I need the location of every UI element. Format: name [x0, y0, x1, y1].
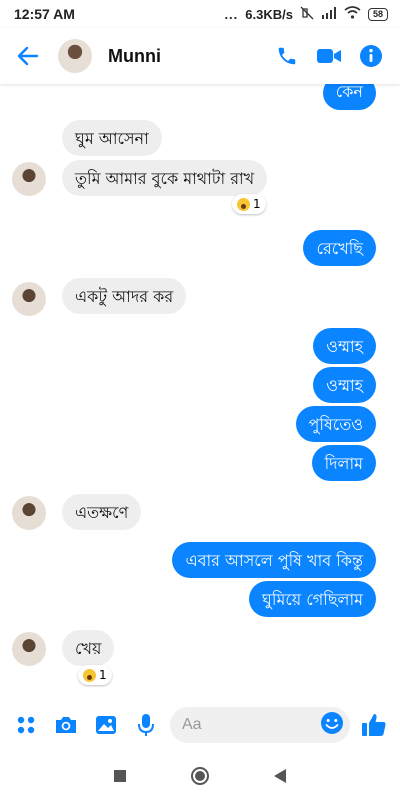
message-bubble-incoming[interactable]: খেয় — [62, 630, 115, 666]
message-bubble-outgoing[interactable]: ওম্মাহ — [313, 367, 376, 403]
status-time: 12:57 AM — [14, 6, 75, 22]
message-bubble-incoming[interactable]: একটু আদর কর — [62, 278, 187, 314]
message-thread[interactable]: কেন ঘুম আসেনা তুমি আমার বুকে মাথাটা রাখ … — [0, 84, 400, 698]
status-indicators: ... 6.3KB/s 58 — [224, 6, 388, 23]
signal-icon — [321, 6, 337, 22]
wow-emoji-icon — [83, 668, 96, 682]
sender-avatar[interactable] — [12, 162, 46, 196]
message-bubble-outgoing[interactable]: পুষিতেও — [295, 406, 376, 442]
sender-avatar[interactable] — [12, 282, 46, 316]
message-input-container[interactable] — [170, 707, 350, 743]
contact-name[interactable]: Munni — [108, 46, 266, 67]
back-arrow-icon[interactable] — [0, 28, 56, 84]
message-bubble-incoming[interactable]: এতক্ষণে — [62, 494, 142, 530]
image-icon[interactable] — [86, 705, 126, 745]
back-triangle-icon[interactable] — [260, 756, 300, 796]
message-bubble-outgoing[interactable]: ওম্মাহ — [313, 328, 376, 364]
info-icon[interactable] — [350, 28, 392, 84]
system-navigation-bar — [0, 752, 400, 800]
apps-icon[interactable] — [6, 705, 46, 745]
notification-dots: ... — [224, 6, 239, 22]
mute-icon — [300, 6, 314, 23]
message-bubble-incoming[interactable]: ঘুম আসেনা — [62, 120, 162, 156]
message-input[interactable] — [182, 716, 320, 734]
message-bubble-outgoing[interactable]: রেখেছি — [303, 230, 376, 266]
conversation-header: Munni — [0, 28, 400, 84]
emoji-icon[interactable] — [320, 711, 344, 739]
message-bubble-incoming[interactable]: তুমি আমার বুকে মাথাটা রাখ — [62, 160, 268, 196]
network-speed: 6.3KB/s — [245, 6, 293, 22]
contact-avatar[interactable] — [58, 39, 92, 73]
message-bubble-outgoing[interactable]: কেন — [322, 84, 376, 110]
recents-square-icon[interactable] — [100, 756, 140, 796]
message-bubble-outgoing[interactable]: ঘুমিয়ে গেছিলাম — [249, 581, 376, 617]
wifi-icon — [344, 6, 361, 22]
status-bar: 12:57 AM ... 6.3KB/s 58 — [0, 0, 400, 28]
sender-avatar[interactable] — [12, 496, 46, 530]
microphone-icon[interactable] — [126, 705, 166, 745]
reaction-count: 1 — [253, 197, 261, 211]
home-circle-icon[interactable] — [180, 756, 220, 796]
message-bubble-outgoing[interactable]: দিলাম — [311, 445, 376, 481]
battery-icon: 58 — [367, 7, 388, 21]
phone-icon[interactable] — [266, 28, 308, 84]
message-reaction[interactable]: 1 — [78, 665, 112, 685]
video-camera-icon[interactable] — [308, 28, 350, 84]
camera-icon[interactable] — [46, 705, 86, 745]
sender-avatar[interactable] — [12, 632, 46, 666]
message-composer — [0, 698, 400, 752]
wow-emoji-icon — [237, 197, 250, 211]
thumbs-up-icon[interactable] — [354, 705, 394, 745]
reaction-count: 1 — [99, 668, 107, 682]
message-bubble-outgoing[interactable]: এবার আসলে পুষি খাব কিন্তু — [172, 542, 376, 578]
message-reaction[interactable]: 1 — [232, 194, 266, 214]
